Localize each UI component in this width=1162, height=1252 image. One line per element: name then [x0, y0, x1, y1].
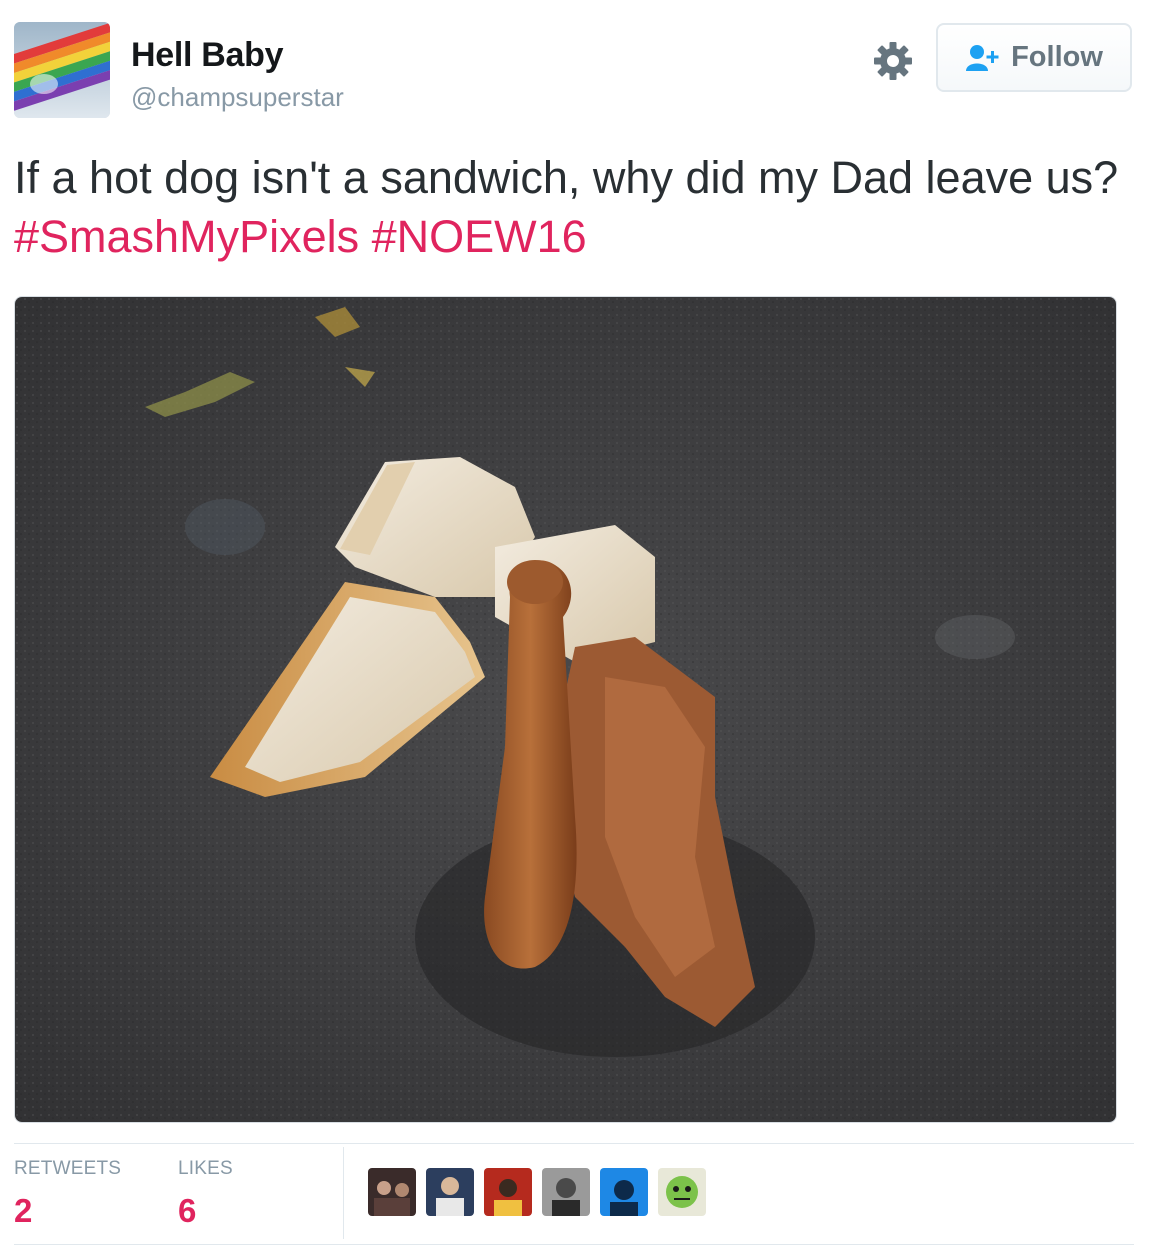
hashtag-link[interactable]: #NOEW16: [372, 211, 587, 262]
liker-avatar[interactable]: [600, 1168, 648, 1216]
user-display-name[interactable]: Hell Baby: [131, 36, 284, 75]
user-handle[interactable]: @champsuperstar: [131, 82, 344, 113]
likes-stat[interactable]: LIKES 6: [178, 1158, 233, 1230]
hashtag-link[interactable]: #SmashMyPixels: [14, 211, 359, 262]
liker-avatar[interactable]: [426, 1168, 474, 1216]
profile-avatar[interactable]: [14, 22, 110, 118]
divider: [14, 1244, 1134, 1245]
liker-avatar[interactable]: [368, 1168, 416, 1216]
liker-avatar[interactable]: [542, 1168, 590, 1216]
liker-avatar[interactable]: [484, 1168, 532, 1216]
liker-avatar[interactable]: [658, 1168, 706, 1216]
divider: [343, 1147, 344, 1239]
retweets-count: 2: [14, 1192, 33, 1229]
divider: [14, 1143, 1134, 1144]
retweets-label: RETWEETS: [14, 1158, 122, 1179]
retweets-stat[interactable]: RETWEETS 2: [14, 1158, 121, 1230]
tweet-photo[interactable]: [14, 296, 1117, 1123]
tweet-text: If a hot dog isn't a sandwich, why did m…: [14, 148, 1134, 266]
gear-icon[interactable]: [872, 40, 914, 82]
tweet-body: If a hot dog isn't a sandwich, why did m…: [14, 152, 1119, 203]
likes-label: LIKES: [178, 1158, 233, 1179]
follow-button-label: Follow: [1011, 41, 1103, 73]
follow-person-plus-icon: [965, 43, 1001, 73]
follow-button[interactable]: Follow: [936, 23, 1132, 92]
likes-count: 6: [178, 1192, 197, 1229]
liker-avatars: [368, 1168, 706, 1216]
